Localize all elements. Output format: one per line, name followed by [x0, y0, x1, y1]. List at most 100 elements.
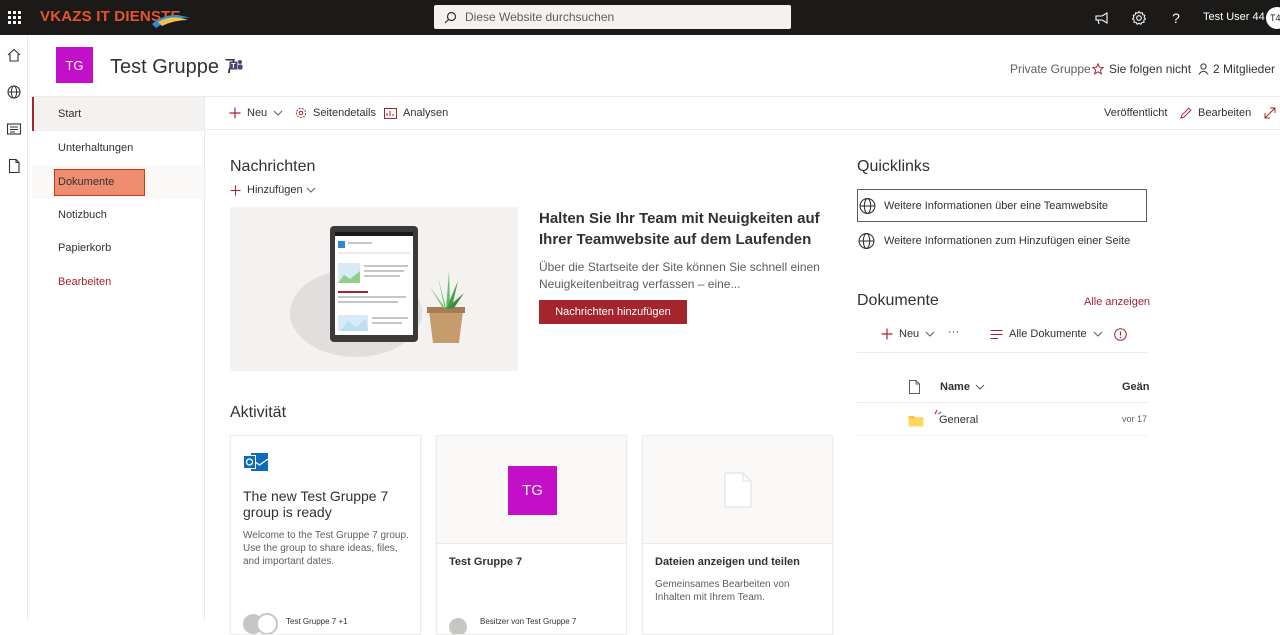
news-add-label: Hinzufügen — [247, 184, 303, 196]
folder-icon — [908, 416, 924, 427]
new-button[interactable]: Neu — [229, 107, 289, 119]
nav-item-notizbuch[interactable]: Notizbuch — [32, 198, 204, 232]
column-header-modified[interactable]: Geän — [1122, 381, 1150, 393]
quicklinks-section-title: Quicklinks — [857, 158, 930, 175]
nav-item-unterhaltungen[interactable]: Unterhaltungen — [32, 131, 204, 165]
search-icon — [444, 11, 457, 23]
globe-icon — [859, 197, 876, 214]
star-icon — [1092, 63, 1104, 75]
gear-icon — [295, 107, 307, 119]
info-icon[interactable] — [1114, 328, 1127, 341]
column-header-name-label: Name — [940, 381, 970, 393]
chevron-down-icon — [273, 110, 283, 116]
page-details-label: Seitendetails — [313, 107, 376, 119]
view-selector-label: Alle Dokumente — [1009, 328, 1087, 340]
card-title: Test Gruppe 7 — [449, 556, 523, 568]
page-details-button[interactable]: Seitendetails — [295, 107, 376, 119]
quicklink-item[interactable]: Weitere Informationen über eine Teamwebs… — [857, 189, 1147, 222]
brand-logo-icon — [152, 15, 190, 28]
expand-icon[interactable] — [1264, 107, 1276, 119]
documents-new-label: Neu — [899, 328, 920, 340]
site-header: TG Test Gruppe 7 T Private Gruppe Sie fo… — [28, 35, 1280, 97]
nav-item-start[interactable]: Start — [32, 97, 204, 131]
globe-icon — [858, 233, 875, 249]
card-text: Gemeinsames Bearbeiten von Inhalten mit … — [655, 579, 790, 603]
analytics-button[interactable]: Analysen — [384, 107, 448, 119]
help-icon[interactable]: ? — [1166, 8, 1186, 28]
card-thumbnail — [643, 436, 832, 544]
documents-new-button[interactable]: Neu — [881, 328, 935, 340]
activity-card-group-ready[interactable]: The new Test Gruppe 7 group is ready Wel… — [230, 435, 421, 635]
news-icon[interactable] — [6, 121, 22, 137]
globe-icon[interactable] — [6, 84, 22, 100]
quicklink-label: Weitere Informationen zum Hinzufügen ein… — [884, 235, 1131, 247]
quicklink-item[interactable]: Weitere Informationen zum Hinzufügen ein… — [857, 231, 1147, 251]
megaphone-icon[interactable] — [1092, 8, 1112, 28]
svg-text:T: T — [231, 63, 236, 70]
search-input[interactable] — [465, 10, 765, 24]
see-all-link[interactable]: Alle anzeigen — [1084, 296, 1150, 308]
pencil-icon — [1180, 107, 1192, 119]
follow-label: Sie folgen nicht — [1109, 62, 1192, 76]
card-thumbnail: TG — [437, 436, 626, 544]
card-footer: Besitzer von Test Gruppe 7 — [480, 617, 577, 626]
waffle-icon[interactable] — [0, 0, 28, 35]
more-options-button[interactable]: ··· — [948, 326, 959, 338]
teams-icon[interactable]: T — [229, 59, 243, 72]
table-row[interactable]: General vor 17 — [857, 404, 1147, 436]
chevron-down-icon — [1093, 331, 1103, 337]
news-body: Über die Startseite der Site können Sie … — [539, 260, 820, 291]
home-icon[interactable] — [6, 47, 22, 63]
card-footer: Test Gruppe 7 +1 — [286, 617, 348, 626]
file-type-icon[interactable] — [909, 380, 920, 394]
activity-card-files[interactable]: Dateien anzeigen und teilen Gemeinsames … — [642, 435, 833, 635]
documents-table-header: Name Geän — [857, 373, 1150, 403]
suite-bar: VKAZS IT DIENSTE ? Test User 44 T4 — [0, 0, 1280, 35]
chevron-down-icon — [925, 331, 935, 337]
nav-edit-link[interactable]: Bearbeiten — [32, 265, 204, 299]
person-icon — [1198, 63, 1209, 75]
file-name[interactable]: General — [939, 414, 978, 426]
user-name[interactable]: Test User 44 — [1203, 11, 1265, 23]
activity-card-site[interactable]: TG Test Gruppe 7 Besitzer von Test Grupp… — [436, 435, 627, 635]
outlook-icon — [243, 453, 269, 471]
edit-label: Bearbeiten — [1198, 107, 1252, 119]
card-title: The new Test Gruppe 7 group is ready — [243, 488, 389, 520]
activity-section-title: Aktivität — [230, 404, 287, 421]
edit-button[interactable]: Bearbeiten — [1180, 107, 1251, 119]
privacy-label: Private Gruppe — [1010, 62, 1091, 76]
nav-item-dokumente[interactable]: Dokumente — [32, 165, 204, 199]
column-header-name[interactable]: Name — [940, 381, 985, 393]
analytics-icon — [384, 107, 397, 119]
news-add-button[interactable]: Hinzufügen — [230, 184, 316, 196]
add-news-button[interactable]: Nachrichten hinzufügen — [539, 300, 687, 324]
members-label: 2 Mitglieder — [1213, 62, 1276, 76]
quicklink-label: Weitere Informationen über eine Teamwebs… — [884, 199, 1108, 212]
app-rail — [0, 35, 28, 621]
plus-icon — [230, 185, 241, 195]
news-headline[interactable]: Halten Sie Ihr Team mit Neuigkeiten auf … — [539, 208, 829, 250]
news-section-title: Nachrichten — [230, 158, 316, 175]
members-button[interactable]: 2 Mitglieder — [1198, 62, 1275, 76]
group-avatars-icon — [243, 613, 278, 634]
site-title[interactable]: Test Gruppe 7 — [110, 56, 236, 79]
file-icon — [724, 472, 752, 508]
nav-item-papierkorb[interactable]: Papierkorb — [32, 231, 204, 265]
card-title: Dateien anzeigen und teilen — [655, 556, 800, 568]
view-selector[interactable]: Alle Dokumente — [990, 328, 1103, 340]
document-icon[interactable] — [6, 158, 22, 174]
site-logo-thumbnail: TG — [508, 466, 557, 515]
chevron-down-icon — [306, 187, 316, 193]
card-text: Welcome to the Test Gruppe 7 group. Use … — [243, 530, 409, 567]
user-avatar[interactable]: T4 — [1266, 7, 1280, 29]
owner-avatar-icon — [449, 618, 467, 634]
gear-icon[interactable] — [1129, 8, 1149, 28]
site-logo[interactable]: TG — [56, 47, 93, 83]
search-box[interactable] — [434, 5, 791, 29]
news-illustration — [230, 207, 518, 371]
plus-icon — [881, 328, 893, 340]
file-modified: vor 17 — [1122, 414, 1148, 424]
follow-button[interactable]: Sie folgen nicht — [1092, 62, 1191, 76]
new-label: Neu — [247, 107, 268, 119]
list-icon — [990, 329, 1003, 339]
